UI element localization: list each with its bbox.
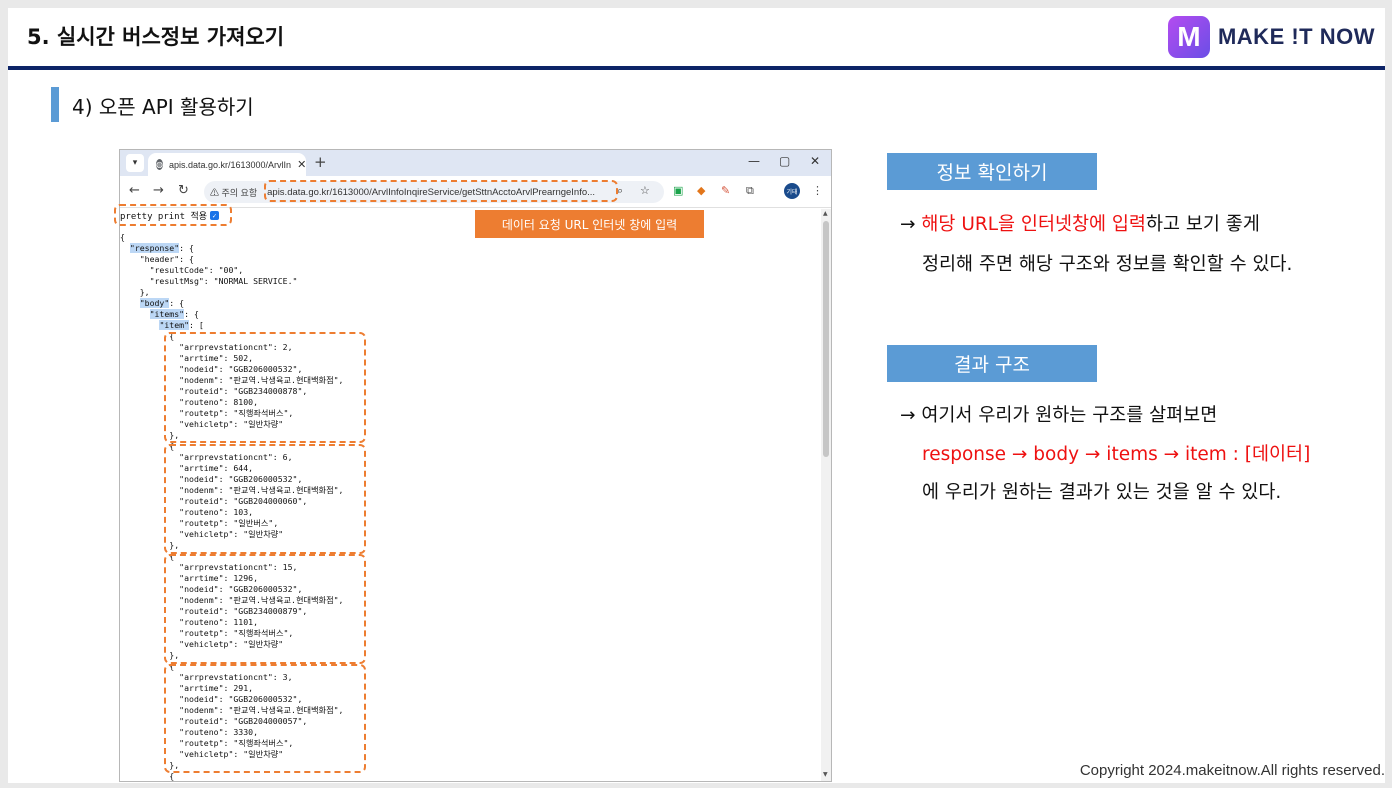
json-line: {	[120, 232, 125, 242]
scroll-down-icon[interactable]: ▼	[823, 771, 828, 778]
bookmark-star-icon[interactable]: ☆	[640, 184, 650, 197]
json-line: "resultMsg": "NORMAL SERVICE."	[120, 276, 298, 286]
json-line: "items": {	[149, 309, 199, 319]
item-highlight-box-1	[164, 332, 366, 443]
tab-bar: ▾ ◍ apis.data.go.kr/1613000/ArvlIn ✕ + —…	[120, 150, 831, 176]
scrollbar[interactable]: ▲ ▼	[821, 209, 831, 781]
url-callout-label: 데이터 요청 URL 인터넷 창에 입력	[475, 210, 704, 238]
tab-title: apis.data.go.kr/1613000/ArvlIn	[168, 159, 292, 170]
tab-close-icon[interactable]: ✕	[297, 158, 306, 171]
pretty-print-highlight-box	[114, 204, 232, 226]
json-line: "response": {	[129, 243, 194, 253]
item-highlight-box-3	[164, 554, 366, 664]
item-highlight-box-2	[164, 444, 366, 554]
pen-extension-icon[interactable]: ✎	[721, 184, 730, 197]
arrow-icon: →	[900, 214, 916, 235]
section1-rest: 하고 보기 좋게	[1145, 214, 1260, 235]
title-divider	[8, 66, 1385, 70]
section1-line2: 정리해 주면 해당 구조와 정보를 확인할 수 있다.	[922, 254, 1293, 275]
more-menu-icon[interactable]: ⋮	[812, 184, 823, 197]
extensions-puzzle-icon[interactable]: ⧉	[746, 184, 754, 198]
close-window-button[interactable]: ✕	[810, 154, 820, 168]
json-line: "header": {	[120, 254, 194, 264]
forward-button[interactable]: →	[153, 183, 164, 198]
scroll-up-icon[interactable]: ▲	[823, 210, 828, 217]
back-button[interactable]: ←	[129, 183, 140, 198]
item-highlight-box-4	[164, 664, 366, 773]
section1-line1: → 해당 URL을 인터넷창에 입력하고 보기 좋게	[900, 210, 1260, 236]
slide: 5. 실시간 버스정보 가져오기 M MAKE !T NOW 4) 오픈 API…	[8, 8, 1385, 783]
section2-path: response → body → items → item : [데이터]	[922, 444, 1311, 465]
logo-text: MAKE !T NOW	[1217, 24, 1375, 49]
section-heading-result-structure: 결과 구조	[887, 345, 1097, 382]
json-line: "body": {	[139, 298, 185, 308]
subtitle-accent-bar	[51, 87, 59, 122]
metamask-fox-icon[interactable]: ◆	[697, 184, 705, 197]
minimize-button[interactable]: —	[748, 154, 760, 168]
url-highlight-box	[264, 180, 618, 202]
browser-tab[interactable]: ◍ apis.data.go.kr/1613000/ArvlIn ✕	[148, 153, 306, 176]
scrollbar-thumb[interactable]	[823, 221, 829, 457]
section2-line3: 에 우리가 원하는 결과가 있는 것을 알 수 있다.	[922, 482, 1282, 503]
tab-search-icon[interactable]: ▾	[126, 154, 144, 172]
copyright-footer: Copyright 2024.makeitnow.All rights rese…	[1079, 762, 1385, 779]
json-line: },	[120, 287, 150, 297]
reload-button[interactable]: ↻	[178, 183, 189, 198]
new-tab-button[interactable]: +	[314, 153, 327, 171]
logo-mark-icon: M	[1167, 16, 1210, 58]
subtitle: 4) 오픈 API 활용하기	[72, 95, 254, 119]
json-line: "item": [	[159, 320, 204, 330]
slide-title: 5. 실시간 버스정보 가져오기	[27, 25, 285, 49]
section2-line1: → 여기서 우리가 원하는 구조를 살펴보면	[900, 405, 1218, 426]
security-warning[interactable]: ⚠ 주의 요함	[210, 186, 257, 199]
extension-green-icon[interactable]: ▣	[673, 184, 683, 197]
profile-avatar[interactable]: 기태	[784, 183, 800, 199]
json-line: "resultCode": "00",	[120, 265, 244, 275]
globe-icon: ◍	[156, 159, 163, 170]
maximize-button[interactable]: ▢	[779, 154, 790, 168]
section-heading-info-check: 정보 확인하기	[887, 153, 1097, 190]
section1-highlight: 해당 URL을 인터넷창에 입력	[921, 214, 1146, 235]
logo: M MAKE !T NOW	[1167, 16, 1375, 58]
